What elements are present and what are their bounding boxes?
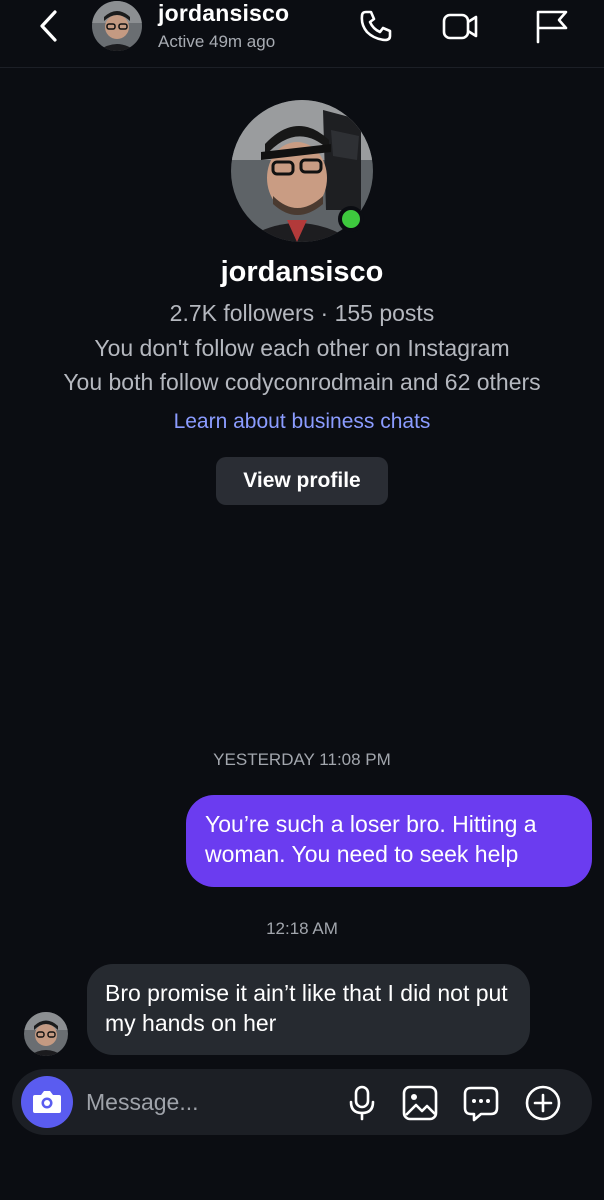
phone-icon <box>360 10 392 42</box>
report-button[interactable] <box>532 6 572 46</box>
video-camera-icon <box>442 13 478 40</box>
header-avatar[interactable] <box>92 1 142 51</box>
microphone-icon <box>349 1085 375 1121</box>
gallery-button[interactable] <box>400 1083 440 1123</box>
outgoing-message-bubble[interactable]: You’re such a loser bro. Hitting a woman… <box>186 795 592 887</box>
video-call-button[interactable] <box>440 6 480 46</box>
image-icon <box>402 1085 438 1121</box>
message-composer <box>12 1069 592 1135</box>
flag-icon <box>536 10 568 44</box>
chevron-left-icon <box>40 10 57 42</box>
header-username[interactable]: jordansisco <box>158 0 289 27</box>
message-timestamp: YESTERDAY 11:08 PM <box>213 750 391 769</box>
profile-stats: 2.7K followers · 155 posts <box>169 300 435 326</box>
more-options-button[interactable] <box>523 1083 563 1123</box>
sticker-chat-icon <box>463 1086 499 1122</box>
voice-message-button[interactable] <box>342 1083 382 1123</box>
header-active-status: Active 49m ago <box>158 32 276 51</box>
camera-button[interactable] <box>21 1076 73 1128</box>
back-button[interactable] <box>34 8 64 44</box>
sender-avatar[interactable] <box>24 1012 68 1056</box>
profile-username: jordansisco <box>220 256 384 288</box>
message-input[interactable] <box>86 1081 326 1123</box>
plus-circle-icon <box>525 1085 561 1121</box>
incoming-message-bubble[interactable]: Bro promise it ain’t like that I did not… <box>87 964 530 1055</box>
business-chats-link[interactable]: Learn about business chats <box>0 410 604 434</box>
follow-relationship: You don't follow each other on Instagram <box>94 335 510 361</box>
camera-icon <box>33 1091 61 1113</box>
sticker-button[interactable] <box>461 1083 501 1123</box>
mutual-followers: You both follow codyconrodmain and 62 ot… <box>63 369 541 395</box>
audio-call-button[interactable] <box>356 6 396 46</box>
message-timestamp: 12:18 AM <box>266 919 338 938</box>
view-profile-button[interactable]: View profile <box>216 457 388 505</box>
online-status-dot <box>338 206 364 232</box>
chat-header: jordansisco Active 49m ago <box>0 0 604 68</box>
